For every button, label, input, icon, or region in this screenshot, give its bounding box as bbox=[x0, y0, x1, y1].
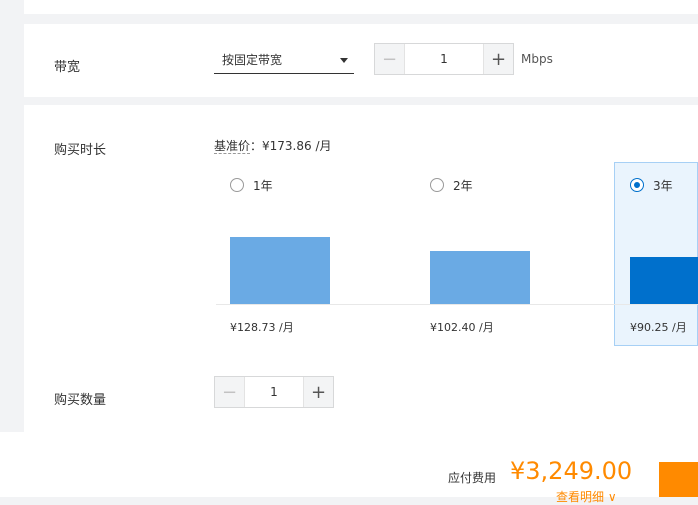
base-price-key: 基准价 bbox=[214, 139, 251, 154]
bandwidth-stepper: − 1 + bbox=[374, 43, 514, 75]
quantity-decrement-button[interactable]: − bbox=[215, 377, 245, 407]
option-label-2y: 2年 bbox=[453, 179, 473, 193]
option-price-2y: ¥102.40 /月 bbox=[430, 321, 494, 334]
previous-section-card bbox=[24, 0, 698, 14]
base-price-value: ：¥173.86 /月 bbox=[250, 139, 332, 153]
radio-2y[interactable] bbox=[430, 178, 444, 192]
fee-amount: ¥3,249.00 bbox=[510, 457, 633, 485]
duration-label: 购买时长 bbox=[54, 143, 107, 158]
option-label-1y: 1年 bbox=[253, 179, 273, 193]
quantity-increment-button[interactable]: + bbox=[303, 377, 333, 407]
chevron-down-icon bbox=[340, 58, 348, 63]
option-price-3y: ¥90.25 /月 bbox=[630, 321, 687, 334]
price-bar-1y bbox=[230, 237, 330, 304]
bandwidth-input[interactable]: 1 bbox=[405, 44, 483, 74]
option-label-3y: 3年 bbox=[653, 179, 673, 193]
fee-label: 应付费用 bbox=[448, 471, 497, 485]
bandwidth-decrement-button[interactable]: − bbox=[375, 44, 405, 74]
bandwidth-increment-button[interactable]: + bbox=[483, 44, 513, 74]
buy-now-button[interactable] bbox=[659, 462, 698, 497]
option-price-1y: ¥128.73 /月 bbox=[230, 321, 294, 334]
quantity-label: 购买数量 bbox=[54, 393, 107, 408]
quantity-input[interactable]: 1 bbox=[245, 377, 303, 407]
base-price: 基准价：¥173.86 /月 bbox=[214, 137, 332, 154]
chart-baseline bbox=[216, 304, 698, 305]
radio-3y[interactable] bbox=[630, 178, 644, 192]
bandwidth-mode-select[interactable]: 按固定带宽 bbox=[214, 44, 354, 74]
bandwidth-mode-value: 按固定带宽 bbox=[222, 53, 283, 67]
bandwidth-label: 带宽 bbox=[54, 60, 81, 75]
bandwidth-section-card bbox=[24, 24, 698, 97]
price-bar-2y bbox=[430, 251, 530, 304]
radio-1y[interactable] bbox=[230, 178, 244, 192]
quantity-stepper: − 1 + bbox=[214, 376, 334, 408]
bandwidth-unit: Mbps bbox=[521, 52, 553, 66]
price-bar-3y bbox=[630, 257, 698, 304]
